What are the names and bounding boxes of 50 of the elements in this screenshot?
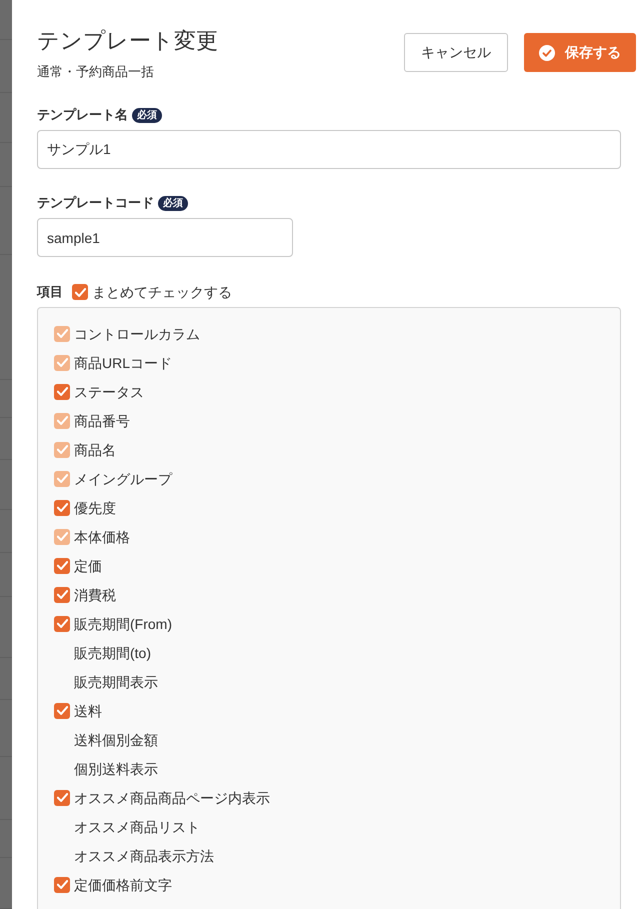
column-option-label[interactable]: 送料 <box>74 700 102 720</box>
column-option-label[interactable]: 定価価格前文字 <box>74 874 172 894</box>
check-icon <box>56 358 68 367</box>
check-icon <box>56 532 68 541</box>
check-all-label[interactable]: まとめてチェックする <box>92 282 232 302</box>
check-icon <box>74 288 86 296</box>
check-icon <box>56 619 68 628</box>
checkbox[interactable] <box>54 558 70 574</box>
column-option-label[interactable]: 個別送料表示 <box>74 758 158 778</box>
column-option-label[interactable]: オススメ商品表示方法 <box>74 846 214 866</box>
dialog-subtitle: 通常・予約商品一括 <box>37 63 155 81</box>
check-icon <box>56 590 68 599</box>
checkbox[interactable] <box>54 586 70 602</box>
checkbox[interactable] <box>54 790 70 806</box>
checkbox[interactable] <box>72 284 88 300</box>
template-code-input[interactable]: sample1 <box>37 218 293 257</box>
column-option-label[interactable]: 消費税 <box>74 584 116 604</box>
dialog-title: テンプレート変更 <box>37 27 218 55</box>
check-icon <box>56 474 68 483</box>
check-icon <box>56 880 68 889</box>
checkbox[interactable] <box>54 384 70 400</box>
check-icon <box>56 445 68 454</box>
field-label: 項目 <box>37 283 63 301</box>
check-icon <box>56 706 68 715</box>
column-option-label[interactable]: 定価 <box>74 556 102 576</box>
cancel-button[interactable]: キャンセル <box>404 33 508 72</box>
checkbox[interactable] <box>54 702 70 718</box>
required-badge: 必須 <box>132 108 162 122</box>
column-option-label[interactable]: オススメ商品商品ページ内表示 <box>74 788 270 808</box>
checkbox[interactable] <box>54 500 70 516</box>
field-label: テンプレートコード <box>37 194 154 212</box>
column-option-label[interactable]: 販売期間(From) <box>74 614 172 634</box>
check-icon <box>56 503 68 512</box>
check-icon <box>56 387 68 396</box>
checkbox[interactable] <box>54 876 70 892</box>
check-icon <box>56 329 68 338</box>
column-option-label[interactable]: ステータス <box>74 382 144 402</box>
field-label: テンプレート名 <box>37 106 128 124</box>
template-name-input[interactable]: サンプル1 <box>37 130 621 169</box>
column-option-label[interactable]: オススメ商品リスト <box>74 816 200 836</box>
check-icon <box>56 561 68 570</box>
required-badge: 必須 <box>158 196 188 210</box>
check-circle-icon <box>539 44 555 60</box>
column-option-label[interactable]: 販売期間(to) <box>74 642 151 662</box>
column-option-label[interactable]: 送料個別金額 <box>74 730 158 750</box>
check-icon <box>56 793 68 802</box>
column-option-label[interactable]: 優先度 <box>74 498 116 518</box>
check-icon <box>56 416 68 425</box>
checkbox[interactable] <box>54 616 70 632</box>
column-option-label[interactable]: 販売期間表示 <box>74 672 158 692</box>
